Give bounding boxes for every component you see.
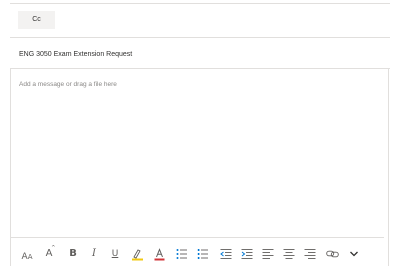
underline-icon: U — [111, 248, 119, 259]
align-center-icon — [283, 249, 295, 259]
subject-field[interactable]: ENG 3050 Exam Extension Request — [19, 51, 132, 58]
highlight-button[interactable] — [128, 244, 146, 264]
highlight-icon — [131, 248, 143, 260]
italic-button[interactable]: I — [85, 244, 103, 264]
increase-indent-button[interactable] — [238, 244, 256, 264]
to-field-divider — [10, 3, 390, 4]
bold-icon: B — [69, 248, 77, 259]
email-compose-pane: Cc ENG 3050 Exam Extension Request Add a… — [0, 0, 400, 266]
decrease-indent-button[interactable] — [217, 244, 235, 264]
toolbar-divider — [10, 237, 384, 238]
bold-button[interactable]: B — [64, 244, 82, 264]
cc-divider — [10, 37, 390, 38]
more-options-chevron-icon — [350, 251, 358, 257]
bullet-list-button[interactable] — [173, 244, 191, 264]
numbered-list-button[interactable] — [194, 244, 212, 264]
align-right-icon — [304, 249, 316, 259]
font-size-icon: AA — [21, 252, 33, 262]
link-icon — [325, 250, 339, 258]
grow-font-button[interactable]: A ^ — [40, 244, 58, 264]
bullet-list-icon — [176, 249, 187, 259]
align-left-button[interactable] — [259, 244, 277, 264]
font-color-button[interactable] — [150, 244, 168, 264]
align-right-button[interactable] — [301, 244, 319, 264]
decrease-indent-icon — [220, 249, 232, 259]
font-size-button[interactable]: AA — [18, 244, 36, 264]
cc-button[interactable]: Cc — [18, 11, 55, 29]
underline-button[interactable]: U — [106, 244, 124, 264]
align-center-button[interactable] — [280, 244, 298, 264]
message-placeholder: Add a message or drag a file here — [19, 81, 117, 88]
font-color-icon — [154, 247, 164, 260]
numbered-list-icon — [197, 249, 208, 259]
align-left-icon — [262, 249, 274, 259]
grow-font-icon: A ^ — [45, 245, 56, 259]
formatting-toolbar: AA A ^ B I U — [16, 244, 376, 264]
increase-indent-icon — [241, 249, 253, 259]
more-options-button[interactable] — [345, 244, 363, 264]
italic-icon: I — [92, 248, 96, 259]
insert-link-button[interactable] — [323, 244, 341, 264]
